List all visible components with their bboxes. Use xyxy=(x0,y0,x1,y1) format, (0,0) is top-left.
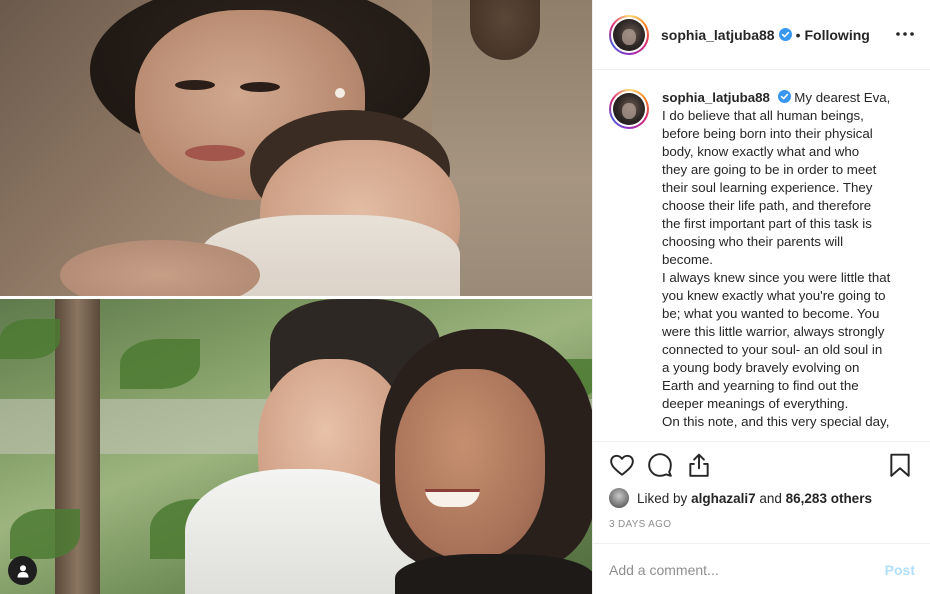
more-options-icon xyxy=(896,32,914,36)
author-username[interactable]: sophia_latjuba88 xyxy=(661,27,775,43)
bookmark-icon xyxy=(890,453,910,477)
author-avatar[interactable] xyxy=(609,14,649,55)
heart-icon xyxy=(610,454,634,476)
caption-line: I always knew since you were little that xyxy=(662,270,891,285)
share-icon xyxy=(689,453,709,477)
post-header: sophia_latjuba88 • Following xyxy=(593,0,930,70)
verified-badge-icon xyxy=(777,90,791,103)
caption-line: On this note, and this very special day, xyxy=(662,414,890,429)
caption-line: the first important part of this task is xyxy=(662,216,872,231)
caption-line: become. xyxy=(662,252,713,267)
photo-mother-with-baby xyxy=(0,0,592,296)
action-icon-row xyxy=(609,452,915,480)
caption-line: before being born into their physical xyxy=(662,126,873,141)
user-tag-icon xyxy=(17,564,28,577)
caption-text: sophia_latjuba88 My dearest Eva, I do be… xyxy=(662,89,907,441)
separator-dot: • xyxy=(795,26,801,43)
verified-badge-icon xyxy=(778,28,792,41)
post-details-panel: sophia_latjuba88 • Following sophia_latj… xyxy=(592,0,930,594)
caption-line: they are going to be in order to meet xyxy=(662,162,877,177)
caption-line: be; what you wanted to become. You xyxy=(662,306,880,321)
caption-line: Earth and yearning to find out the xyxy=(662,378,859,393)
post-actions: Liked by alghazali7 and 86,283 others 3 … xyxy=(593,441,930,594)
caption-line: I do believe that all human beings, xyxy=(662,108,864,123)
likes-count-link[interactable]: 86,283 others xyxy=(786,491,872,506)
likes-middle: and xyxy=(759,490,782,506)
post-comment-button[interactable]: Post xyxy=(885,562,915,578)
user-tags-button[interactable] xyxy=(8,556,37,585)
caption-line: were this little warrior, always strongl… xyxy=(662,324,885,339)
post-timestamp[interactable]: 3 DAYS AGO xyxy=(609,519,671,530)
caption-line: deeper meanings of everything. xyxy=(662,396,849,411)
following-button[interactable]: Following xyxy=(805,27,870,43)
caption-username[interactable]: sophia_latjuba88 xyxy=(662,90,770,105)
caption-line: body, know exactly what and who xyxy=(662,144,860,159)
comment-form: Post xyxy=(593,543,930,594)
comment-input[interactable] xyxy=(609,561,885,578)
caption-section[interactable]: sophia_latjuba88 My dearest Eva, I do be… xyxy=(593,71,930,441)
caption-line: connected to your soul- an old soul in xyxy=(662,342,883,357)
caption-author-avatar[interactable] xyxy=(609,89,649,129)
caption-line: their soul learning experience. They xyxy=(662,180,873,195)
caption-line: a young body bravely evolving on xyxy=(662,360,860,375)
post-media[interactable] xyxy=(0,0,592,594)
photo-two-women-hugging xyxy=(0,299,592,594)
liker-username[interactable]: alghazali7 xyxy=(691,491,756,506)
save-button[interactable] xyxy=(887,452,915,480)
likes-summary: Liked by alghazali7 and 86,283 others xyxy=(609,488,872,508)
more-options-button[interactable] xyxy=(893,24,917,44)
caption-line: choose their life path, and therefore xyxy=(662,198,872,213)
share-button[interactable] xyxy=(686,452,714,480)
likes-prefix: Liked by xyxy=(637,490,688,506)
comment-bubble-icon xyxy=(648,453,672,477)
caption-first-line: My dearest Eva, xyxy=(794,90,891,105)
like-button[interactable] xyxy=(609,452,637,480)
caption-line: choosing who their parents will xyxy=(662,234,844,249)
comment-button[interactable] xyxy=(647,452,675,480)
caption-line: you knew exactly what you're going to xyxy=(662,288,886,303)
liker-avatar[interactable] xyxy=(609,488,629,508)
